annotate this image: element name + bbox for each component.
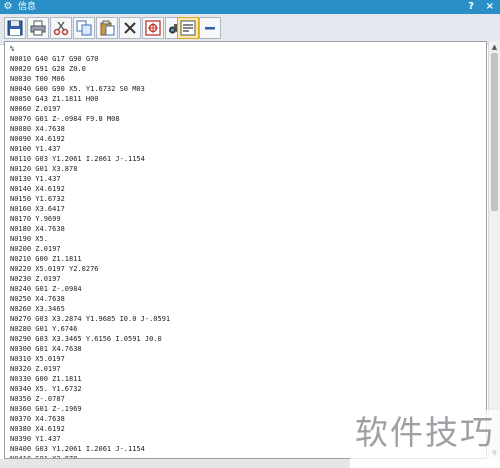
code-line: N0040 G00 G90 X5. Y1.6732 S0 M03: [10, 85, 145, 93]
code-line: N0360 G01 Z-.1969: [10, 405, 82, 413]
code-line: N0200 Z.0197: [10, 245, 61, 253]
code-line: N0190 X5.: [10, 235, 48, 243]
vertical-scrollbar[interactable]: ▲ ▼: [488, 41, 500, 459]
find-button[interactable]: [142, 17, 164, 39]
wrap-lines-button[interactable]: [177, 17, 199, 39]
code-line: N0120 G01 X3.878: [10, 165, 78, 173]
title-bar: ⚙ 信息 ? ×: [0, 0, 500, 14]
scroll-down-icon[interactable]: ▼: [489, 447, 500, 459]
code-line: N0350 Z-.0787: [10, 395, 65, 403]
code-line: N0400 G03 Y1.2061 I.2061 J-.1154: [10, 445, 145, 453]
code-line: N0380 X4.6192: [10, 425, 65, 433]
code-line: N0100 Y1.437: [10, 145, 61, 153]
code-line: N0280 G01 Y.6746: [10, 325, 78, 333]
code-line: N0370 X4.7638: [10, 415, 65, 423]
code-text: % N0010 G40 G17 G90 G70 N0020 G91 G28 Z0.0…: [10, 44, 486, 458]
code-line: N0050 G43 Z1.1811 H00: [10, 95, 99, 103]
code-line: N0320 Z.0197: [10, 365, 61, 373]
code-line: N0170 Y.9699: [10, 215, 61, 223]
find-icon: [145, 20, 161, 36]
paste-icon: [100, 20, 115, 36]
save-button[interactable]: [4, 17, 26, 39]
nc-code-editor[interactable]: % N0010 G40 G17 G90 G70 N0020 G91 G28 Z0.0…: [4, 41, 487, 459]
code-line: N0210 G00 Z1.1811: [10, 255, 82, 263]
collapse-icon: [205, 27, 215, 30]
scroll-thumb[interactable]: [491, 53, 498, 211]
collapse-button[interactable]: [199, 17, 221, 39]
code-line: N0020 G91 G28 Z0.0: [10, 65, 86, 73]
paste-button[interactable]: [96, 17, 118, 39]
code-line: N0090 X4.6192: [10, 135, 65, 143]
close-button[interactable]: ×: [486, 0, 494, 14]
code-line: N0290 G03 X3.3465 Y.6156 I.0591 J0.0: [10, 335, 162, 343]
code-line: N0240 G01 Z-.0984: [10, 285, 82, 293]
copy-button[interactable]: [73, 17, 95, 39]
copy-icon: [76, 20, 92, 36]
status-strip: [0, 459, 350, 468]
code-line: N0030 T00 M06: [10, 75, 65, 83]
code-line: N0070 G01 Z-.0984 F9.8 M08: [10, 115, 120, 123]
delete-icon: [124, 22, 136, 34]
code-line: N0140 X4.6192: [10, 185, 65, 193]
code-line: N0310 X5.0197: [10, 355, 65, 363]
code-line: N0130 Y1.437: [10, 175, 61, 183]
code-line: %: [10, 45, 15, 53]
code-line: N0060 Z.0197: [10, 105, 61, 113]
wrap-lines-icon: [180, 20, 196, 36]
cut-icon: [53, 21, 69, 36]
code-line: N0300 G01 X4.7638: [10, 345, 82, 353]
code-line: N0250 X4.7638: [10, 295, 65, 303]
code-line: N0340 X5. Y1.6732: [10, 385, 82, 393]
code-line: N0390 Y1.437: [10, 435, 61, 443]
code-line: N0230 Z.0197: [10, 275, 61, 283]
code-line: N0330 G00 Z1.1811: [10, 375, 82, 383]
code-line: N0150 Y1.6732: [10, 195, 65, 203]
code-line: N0220 X5.0197 Y2.0276: [10, 265, 99, 273]
print-button[interactable]: [27, 17, 49, 39]
save-icon: [7, 20, 23, 36]
gear-icon: ⚙: [3, 1, 13, 12]
code-line: N0160 X3.6417: [10, 205, 65, 213]
scroll-up-icon[interactable]: ▲: [489, 41, 500, 53]
code-line: N0270 G03 X3.2874 Y1.9685 I0.0 J-.0591: [10, 315, 171, 323]
window-title: 信息: [18, 2, 37, 12]
code-line: N0010 G40 G17 G90 G70: [10, 55, 99, 63]
code-line: N0260 X3.3465: [10, 305, 65, 313]
delete-button[interactable]: [119, 17, 141, 39]
code-line: N0110 G03 Y1.2061 I.2061 J-.1154: [10, 155, 145, 163]
code-line: N0180 X4.7638: [10, 225, 65, 233]
help-button[interactable]: ?: [468, 0, 474, 14]
cut-button[interactable]: [50, 17, 72, 39]
print-icon: [30, 20, 46, 36]
code-line: N0080 X4.7638: [10, 125, 65, 133]
